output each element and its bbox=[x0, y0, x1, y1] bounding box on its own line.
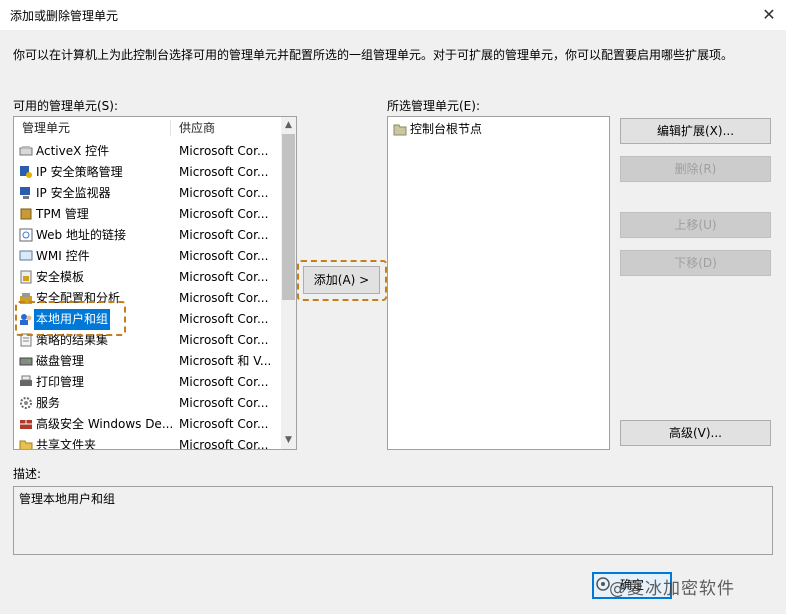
snapin-name: IP 安全监视器 bbox=[36, 186, 111, 200]
intro-text: 你可以在计算机上为此控制台选择可用的管理单元并配置所选的一组管理单元。对于可扩展… bbox=[13, 48, 734, 62]
snapin-vendor: Microsoft Cor... bbox=[179, 417, 269, 431]
snapin-vendor: Microsoft Cor... bbox=[179, 438, 269, 450]
list-item[interactable]: 安全模板 Microsoft Cor... bbox=[14, 267, 280, 288]
list-item[interactable]: 服务 Microsoft Cor... bbox=[14, 393, 280, 414]
selected-snapins-list[interactable]: 控制台根节点 bbox=[387, 116, 610, 450]
snapin-name: TPM 管理 bbox=[36, 207, 89, 221]
move-down-button[interactable]: 下移(D) bbox=[620, 250, 771, 276]
snapin-vendor: Microsoft Cor... bbox=[179, 291, 269, 305]
description-label: 描述: bbox=[13, 467, 42, 481]
snapin-vendor: Microsoft Cor... bbox=[179, 333, 269, 347]
snapin-vendor: Microsoft Cor... bbox=[179, 186, 269, 200]
list-item[interactable]: 共享文件夹 Microsoft Cor... bbox=[14, 435, 280, 450]
snapin-vendor: Microsoft Cor... bbox=[179, 207, 269, 221]
snapin-vendor: Microsoft Cor... bbox=[179, 312, 269, 326]
scroll-up-icon[interactable]: ▲ bbox=[281, 117, 296, 134]
title-bar: 添加或删除管理单元 ✕ bbox=[0, 0, 786, 30]
column-header-name[interactable]: 管理单元 bbox=[22, 117, 70, 139]
snapin-name: 安全模板 bbox=[36, 270, 85, 284]
close-button[interactable]: ✕ bbox=[752, 0, 786, 30]
remove-button[interactable]: 删除(R) bbox=[620, 156, 771, 182]
snapin-name: 共享文件夹 bbox=[36, 438, 97, 450]
add-remove-snapins-dialog: 添加或删除管理单元 ✕ 你可以在计算机上为此控制台选择可用的管理单元并配置所选的… bbox=[0, 0, 786, 614]
column-header-vendor[interactable]: 供应商 bbox=[179, 117, 215, 139]
snapin-vendor: Microsoft Cor... bbox=[179, 270, 269, 284]
security-template-icon bbox=[20, 270, 32, 284]
available-snapins-list[interactable]: 管理单元 供应商 ActiveX 控件 Microsoft Cor... IP 安全… bbox=[13, 116, 297, 450]
list-item[interactable]: 磁盘管理 Microsoft 和 V... bbox=[14, 351, 280, 372]
list-item[interactable]: ActiveX 控件 Microsoft Cor... bbox=[14, 141, 280, 162]
snapin-name: WMI 控件 bbox=[36, 249, 90, 263]
list-item[interactable]: 高级安全 Windows De... Microsoft Cor... bbox=[14, 414, 280, 435]
watermark: @夏冰加密软件 bbox=[609, 579, 735, 599]
printer-icon bbox=[20, 375, 32, 386]
add-button[interactable]: 添加(A) > bbox=[303, 266, 380, 294]
shared-folder-icon bbox=[19, 440, 33, 449]
ip-policy-icon bbox=[20, 166, 32, 178]
gear-icon bbox=[20, 397, 32, 409]
scroll-down-icon[interactable]: ▼ bbox=[281, 432, 296, 449]
description-box: 管理本地用户和组 bbox=[13, 486, 773, 555]
snapin-vendor: Microsoft Cor... bbox=[179, 396, 269, 410]
scrollbar-thumb[interactable] bbox=[282, 134, 295, 300]
list-item[interactable]: IP 安全监视器 Microsoft Cor... bbox=[14, 183, 280, 204]
snapin-name: 高级安全 Windows De... bbox=[36, 417, 174, 431]
list-item[interactable]: IP 安全策略管理 Microsoft Cor... bbox=[14, 162, 280, 183]
selected-snapins-label: 所选管理单元(E): bbox=[387, 99, 480, 113]
snapin-name: 服务 bbox=[36, 396, 61, 410]
description-text: 管理本地用户和组 bbox=[19, 492, 116, 506]
snapin-name: 磁盘管理 bbox=[36, 354, 85, 368]
vertical-scrollbar[interactable]: ▲ ▼ bbox=[281, 117, 296, 449]
selected-item-label: 控制台根节点 bbox=[410, 122, 483, 136]
wmi-icon bbox=[19, 250, 33, 261]
snapin-vendor: Microsoft 和 V... bbox=[179, 354, 272, 368]
snapin-vendor: Microsoft Cor... bbox=[179, 144, 269, 158]
web-link-icon bbox=[19, 228, 33, 242]
list-item[interactable]: WMI 控件 Microsoft Cor... bbox=[14, 246, 280, 267]
snapin-vendor: Microsoft Cor... bbox=[179, 228, 269, 242]
snapin-vendor: Microsoft Cor... bbox=[179, 249, 269, 263]
tpm-icon bbox=[20, 208, 32, 220]
snapin-name: IP 安全策略管理 bbox=[36, 165, 123, 179]
selected-item-highlight bbox=[15, 301, 126, 336]
list-item[interactable]: TPM 管理 Microsoft Cor... bbox=[14, 204, 280, 225]
list-item[interactable]: Web 地址的链接 Microsoft Cor... bbox=[14, 225, 280, 246]
watermark-logo-icon bbox=[596, 577, 610, 591]
snapin-name: Web 地址的链接 bbox=[36, 228, 126, 242]
snapin-vendor: Microsoft Cor... bbox=[179, 165, 269, 179]
window-title: 添加或删除管理单元 bbox=[10, 9, 119, 23]
snapin-name: ActiveX 控件 bbox=[36, 144, 110, 158]
folder-icon bbox=[393, 124, 407, 136]
column-separator[interactable] bbox=[170, 120, 171, 136]
list-item[interactable]: 控制台根节点 bbox=[388, 119, 654, 140]
snapin-vendor: Microsoft Cor... bbox=[179, 375, 269, 389]
activex-icon bbox=[19, 146, 33, 156]
disk-icon bbox=[19, 357, 33, 366]
edit-extensions-button[interactable]: 编辑扩展(X)... bbox=[620, 118, 771, 144]
ip-monitor-icon bbox=[20, 187, 30, 199]
snapin-name: 打印管理 bbox=[36, 375, 85, 389]
close-icon: ✕ bbox=[762, 5, 776, 24]
advanced-button[interactable]: 高级(V)... bbox=[620, 420, 771, 446]
firewall-icon bbox=[20, 420, 32, 429]
available-snapins-label: 可用的管理单元(S): bbox=[13, 99, 119, 113]
move-up-button[interactable]: 上移(U) bbox=[620, 212, 771, 238]
list-item[interactable]: 打印管理 Microsoft Cor... bbox=[14, 372, 280, 393]
